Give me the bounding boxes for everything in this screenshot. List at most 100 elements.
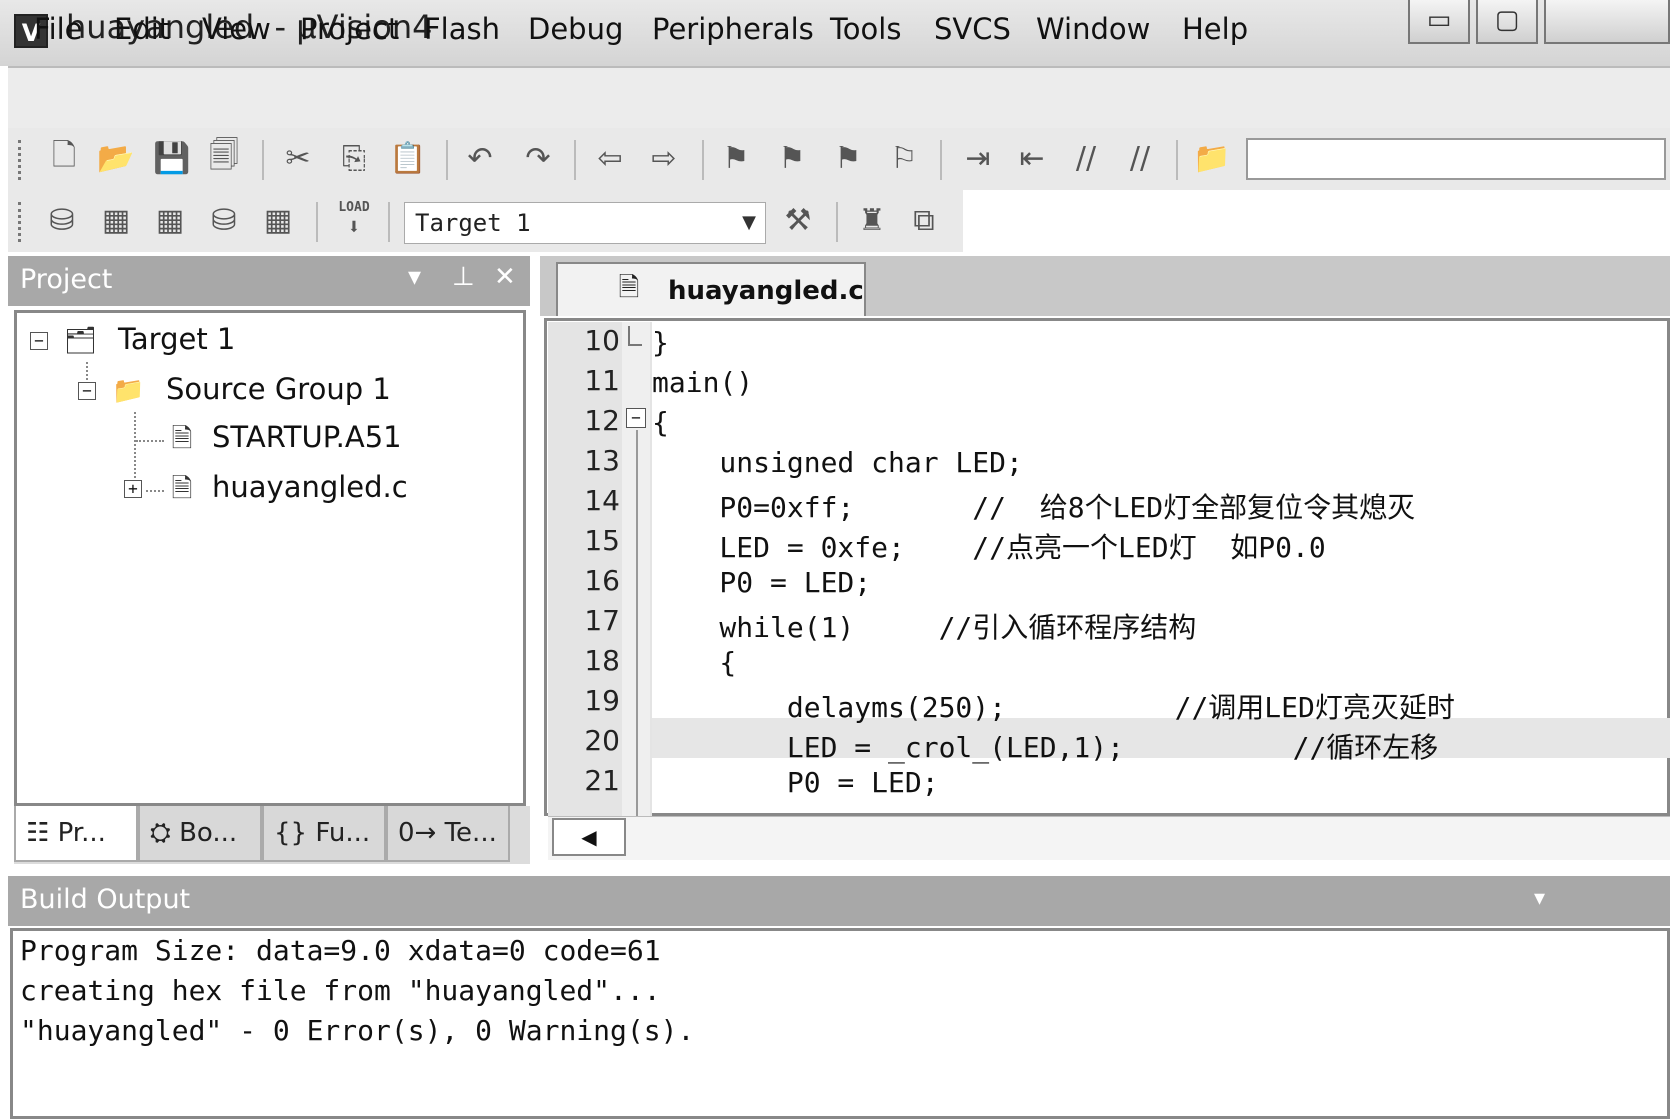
find-in-files-icon[interactable]: 📁 [1192, 138, 1232, 178]
menu-view[interactable]: View [202, 12, 271, 46]
paste-icon[interactable]: 📋 [388, 138, 428, 178]
menu-file[interactable]: File [34, 12, 83, 46]
build-icon[interactable]: ▦ [96, 200, 136, 240]
menu-window[interactable]: Window [1036, 12, 1150, 46]
manage-components-icon[interactable]: ♜ [852, 200, 892, 240]
unindent-icon[interactable]: ⇤ [1012, 138, 1052, 178]
editor-tab[interactable]: huayangled.c [556, 262, 866, 316]
menu-project[interactable]: Project [300, 12, 399, 46]
new-file-icon[interactable]: 🗋 [44, 138, 84, 178]
bookmark-clear-icon[interactable]: ⚐ [884, 138, 924, 178]
close-panel-icon[interactable]: ✕ [494, 262, 516, 292]
menu-tools[interactable]: Tools [830, 12, 901, 46]
redo-icon[interactable]: ↷ [518, 138, 558, 178]
toolbar-separator [1176, 140, 1178, 180]
code-line: { [652, 646, 737, 679]
tree-item-startup[interactable]: STARTUP.A51 [212, 420, 402, 454]
bookmark-prev-icon[interactable]: ⚑ [772, 138, 812, 178]
collapse-target-toggle[interactable]: − [30, 332, 48, 350]
translate-icon[interactable]: ⛁ [42, 200, 82, 240]
build-output-title: Build Output [20, 884, 191, 915]
undo-icon[interactable]: ↶ [460, 138, 500, 178]
toolbar-separator [940, 140, 942, 180]
chevron-down-icon[interactable]: ▼ [736, 206, 762, 240]
load-icon[interactable]: LOAD ⬇ [330, 200, 378, 244]
menu-help[interactable]: Help [1182, 12, 1248, 46]
output-line: creating hex file from "huayangled"... [20, 974, 661, 1007]
line-number: 16 [584, 564, 620, 597]
expand-file-toggle[interactable]: + [124, 480, 142, 498]
tab-templates[interactable]: 0→ Te... [386, 806, 510, 862]
code-line: P0=0xff; // 给8个LED灯全部复位令其熄灭 [652, 491, 1416, 524]
target-options-icon[interactable]: ⚒ [778, 200, 818, 240]
menu-debug[interactable]: Debug [528, 12, 623, 46]
horizontal-scrollbar[interactable] [548, 816, 1670, 860]
line-number: 14 [584, 484, 620, 517]
toolbar-grip[interactable] [18, 140, 22, 180]
find-input[interactable] [1246, 138, 1666, 180]
menu-flash[interactable]: Flash [424, 12, 500, 46]
close-button[interactable] [1544, 0, 1670, 44]
save-icon[interactable]: 💾 [152, 138, 192, 178]
toolbar-separator [446, 140, 448, 180]
file-icon: 🗎 [171, 424, 193, 454]
code-line: unsigned char LED; [652, 446, 1023, 479]
open-icon[interactable]: 📂 [96, 138, 136, 178]
file-icon: 🗎 [171, 474, 193, 504]
line-number: 17 [584, 604, 620, 637]
line-number: 12 [584, 404, 620, 437]
line-number: 18 [584, 644, 620, 677]
line-number: 10 [584, 324, 620, 357]
folder-icon: 📁 [112, 376, 145, 406]
collapse-group-toggle[interactable]: − [78, 382, 96, 400]
code-line: P0 = LED; [652, 766, 939, 799]
indent-icon[interactable]: ⇥ [958, 138, 998, 178]
tab-label: Te... [444, 818, 497, 848]
back-icon[interactable]: ⇦ [590, 138, 630, 178]
toolbar-separator [316, 202, 318, 242]
code-line: LED = 0xfe; //点亮一个LED灯 如P0.0 [652, 531, 1326, 564]
fold-toggle[interactable]: − [626, 408, 646, 428]
maximize-button[interactable]: ▢ [1476, 0, 1538, 44]
tab-label: Fu... [315, 818, 371, 848]
uncomment-icon[interactable]: // [1120, 138, 1160, 178]
manage-books-icon[interactable]: ⧉ [904, 200, 944, 240]
save-all-icon[interactable]: 🗐 [204, 138, 244, 178]
forward-icon[interactable]: ⇨ [644, 138, 684, 178]
tree-item-target[interactable]: Target 1 [118, 322, 235, 356]
line-number: 11 [584, 364, 620, 397]
tab-books[interactable]: ⛭ Bo... [138, 806, 262, 862]
line-number: 20 [584, 724, 620, 757]
project-tab-icon: ☷ [26, 818, 58, 848]
comment-icon[interactable]: // [1066, 138, 1106, 178]
templates-icon: 0→ [398, 818, 445, 848]
batch-build-icon[interactable]: ⛁ [204, 200, 244, 240]
copy-icon[interactable]: ⎘ [334, 138, 374, 178]
scroll-left-button[interactable]: ◀ [552, 818, 626, 856]
menu-svcs[interactable]: SVCS [934, 12, 1011, 46]
toolbar-grip[interactable] [18, 202, 22, 242]
tab-label: Bo... [179, 818, 238, 848]
build-output-header [8, 876, 1670, 926]
tab-functions[interactable]: {} Fu... [262, 806, 386, 862]
bookmark-icon[interactable]: ⚑ [716, 138, 756, 178]
tree-item-source-group[interactable]: Source Group 1 [166, 372, 391, 406]
menu-peripherals[interactable]: Peripherals [652, 12, 814, 46]
code-line: LED = _crol_(LED,1); //循环左移 [652, 731, 1439, 764]
pin-icon[interactable]: ⊥ [452, 262, 475, 292]
rebuild-icon[interactable]: ▦ [150, 200, 190, 240]
line-number: 15 [584, 524, 620, 557]
stop-build-icon[interactable]: ▦ [258, 200, 298, 240]
functions-icon: {} [274, 818, 316, 848]
toolbar-separator [836, 202, 838, 242]
minimize-button[interactable]: ▭ [1408, 0, 1470, 44]
menu-edit[interactable]: Edit [114, 12, 170, 46]
panel-menu-icon[interactable]: ▾ [1534, 886, 1545, 911]
file-icon: 🗎 [618, 273, 640, 303]
target-select[interactable]: Target 1 [404, 202, 766, 244]
bookmark-next-icon[interactable]: ⚑ [828, 138, 868, 178]
tab-project[interactable]: ☷ Pr... [14, 806, 138, 862]
cut-icon[interactable]: ✂ [278, 138, 318, 178]
tree-item-main-c[interactable]: huayangled.c [212, 470, 408, 504]
panel-menu-icon[interactable]: ▾ [408, 262, 421, 292]
